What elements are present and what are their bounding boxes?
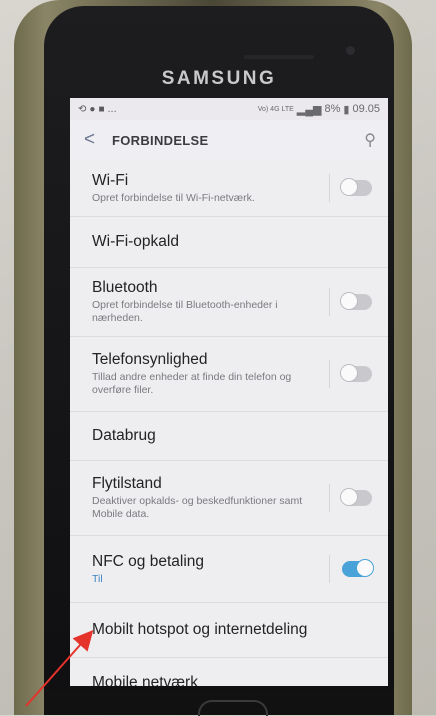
red-arrow-annotation — [25, 630, 94, 707]
